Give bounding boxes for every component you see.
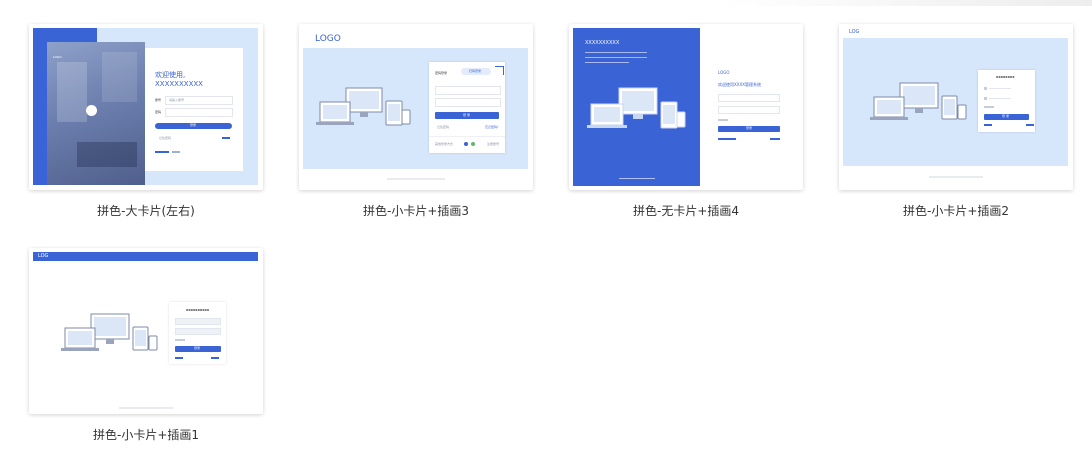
preview-field2	[718, 106, 780, 114]
lock-icon	[984, 97, 987, 100]
preview-logo: LOG	[849, 29, 860, 35]
play-icon[interactable]	[86, 105, 97, 116]
preview-field2	[435, 98, 501, 107]
preview-button-label: 登 录	[463, 113, 470, 117]
devices-illustration	[61, 313, 158, 351]
preview-app-name: XXXXXXXXXX	[155, 80, 203, 88]
preview-field1-label: 账号	[155, 98, 162, 102]
preview-field1-placeholder: 请输入账号	[169, 98, 185, 102]
qr-icon	[495, 66, 504, 75]
preview-footer-right: 注册账号	[487, 142, 500, 146]
template-tile-5[interactable]: LOG XXXXXXXXXX 登录 拼色-小卡片+插画1	[29, 248, 263, 448]
preview-welcome: 欢迎使用XXXX管理系统	[718, 82, 761, 87]
user-icon	[984, 87, 987, 90]
template-thumbnail-1[interactable]: LOGO 欢迎使用, XXXXXXXXXX 账号 请输入账号 密码 登录 记住密…	[29, 24, 263, 190]
preview-header-bar: LOG	[33, 252, 258, 261]
template-caption-3[interactable]: 拼色-无卡片+插画4	[569, 202, 803, 219]
preview-field1	[435, 86, 501, 95]
preview-field2-label: 密码	[155, 110, 162, 114]
template-thumbnail-2[interactable]: LOGO 密码登录 扫码登录 登 录 记住密码 忘记密码? 其他登录方式 注册账…	[299, 24, 533, 190]
template-tile-1[interactable]: LOGO 欢迎使用, XXXXXXXXXX 账号 请输入账号 密码 登录 记住密…	[29, 24, 263, 224]
preview-button-label: 登录	[746, 126, 753, 130]
template-thumbnail-3[interactable]: XXXXXXXXXX LOGO 欢迎使用XXXX管理系统 登录	[569, 24, 803, 190]
preview-blue-panel: XXXXXXXXXX	[573, 28, 700, 186]
devices-illustration	[587, 87, 686, 129]
template-thumbnail-5[interactable]: LOG XXXXXXXXXX 登录	[29, 248, 263, 414]
preview-login-panel: 欢迎使用, XXXXXXXXXX 账号 请输入账号 密码 登录 记住密码	[145, 48, 243, 171]
preview-login-card: 密码登录 扫码登录 登 录 记住密码 忘记密码? 其他登录方式 注册账号	[429, 62, 505, 153]
preview-welcome: 欢迎使用,	[155, 71, 186, 79]
preview-logo: LOGO	[315, 34, 341, 44]
template-tile-2[interactable]: LOGO 密码登录 扫码登录 登 录 记住密码 忘记密码? 其他登录方式 注册账…	[299, 24, 533, 224]
template-caption-4[interactable]: 拼色-小卡片+插画2	[839, 202, 1073, 219]
preview-logo: LOG	[38, 253, 49, 259]
preview-field1	[718, 94, 780, 102]
template-tile-4[interactable]: LOG XXXXXXXX 登 录 拼色-小卡片+插画2	[839, 24, 1073, 224]
preview-remember: 记住密码	[437, 125, 450, 129]
devices-illustration	[870, 82, 967, 120]
preview-remember: 记住密码	[159, 136, 172, 140]
preview-photo: LOGO	[47, 42, 145, 185]
preview-tab-label: 扫码登录	[469, 69, 482, 73]
preview-footer-left: 其他登录方式	[435, 142, 454, 146]
preview-forgot: 忘记密码?	[485, 125, 499, 129]
preview-button-label: 登录	[190, 123, 197, 127]
preview-form-title: 密码登录	[435, 71, 448, 75]
template-caption-2[interactable]: 拼色-小卡片+插画3	[299, 202, 533, 219]
top-scroll-fade	[720, 0, 1092, 6]
preview-logo: LOGO	[718, 70, 730, 75]
preview-banner-title: XXXXXXXXXX	[585, 40, 620, 46]
preview-button-label: 登 录	[1002, 114, 1009, 118]
template-tile-3[interactable]: XXXXXXXXXX LOGO 欢迎使用XXXX管理系统 登录 拼色-无卡片+插…	[569, 24, 803, 224]
preview-form-title: XXXXXXXXXX	[186, 308, 210, 312]
preview-login-card: XXXXXXXXXX 登录	[169, 302, 226, 364]
preview-form-title: XXXXXXXX	[996, 75, 1015, 79]
preview-field1	[175, 318, 221, 325]
template-caption-5[interactable]: 拼色-小卡片+插画1	[29, 426, 263, 443]
template-thumbnail-4[interactable]: LOG XXXXXXXX 登 录	[839, 24, 1073, 190]
template-caption-1[interactable]: 拼色-大卡片(左右)	[29, 202, 263, 219]
preview-login-card: XXXXXXXX 登 录	[978, 70, 1035, 132]
preview-button-label: 登录	[194, 346, 201, 350]
preview-logo: LOGO	[53, 55, 62, 59]
preview-field2	[175, 328, 221, 335]
devices-illustration	[316, 87, 411, 126]
preview-field2	[165, 108, 233, 117]
